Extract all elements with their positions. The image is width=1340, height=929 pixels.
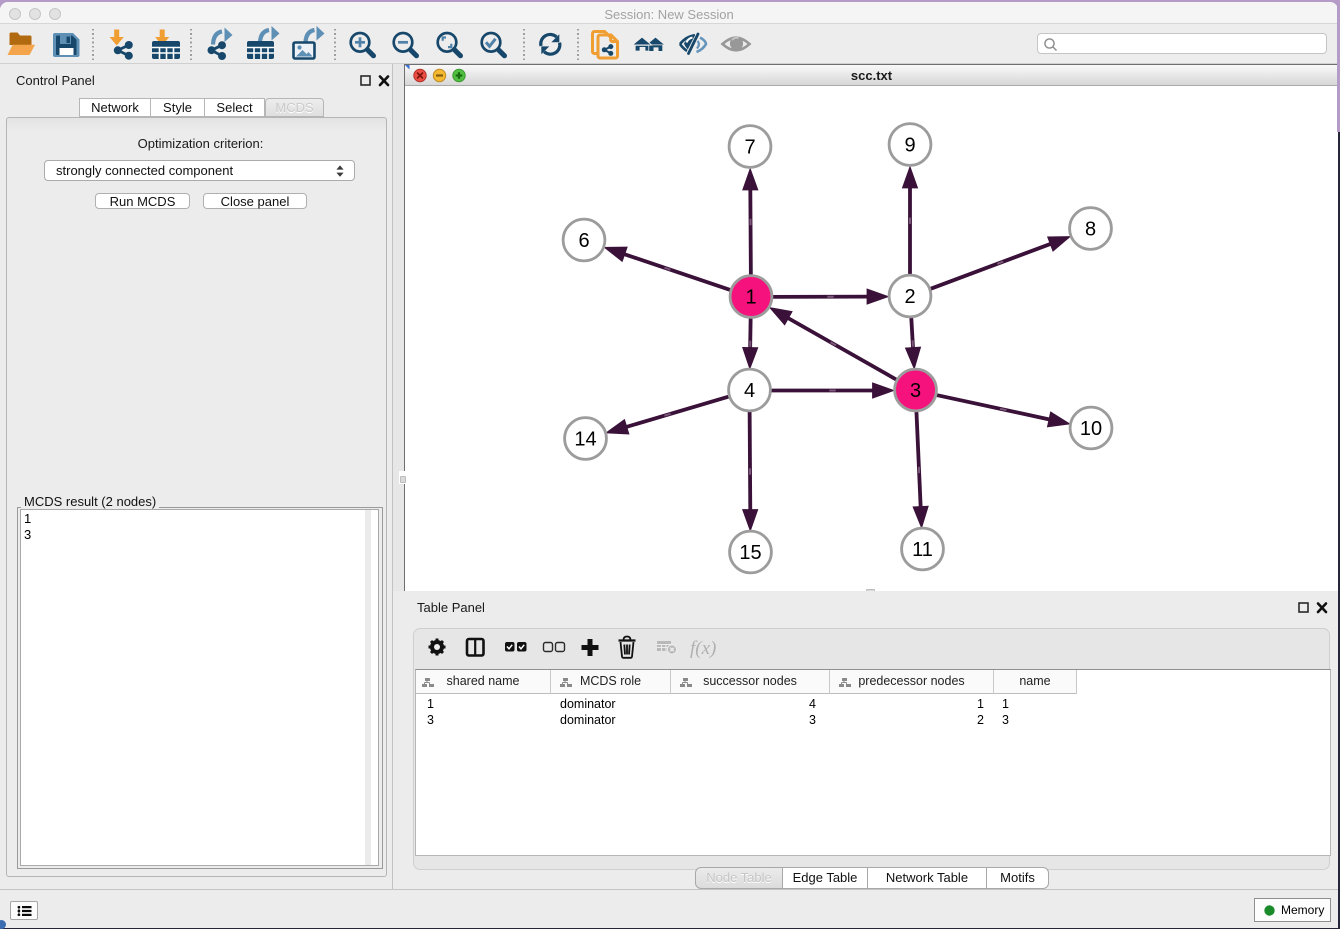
svg-text:11: 11 (912, 539, 933, 561)
svg-text:3: 3 (910, 380, 921, 402)
svg-text:8: 8 (1085, 218, 1096, 240)
svg-text:9: 9 (904, 134, 915, 156)
svg-text:14: 14 (574, 428, 596, 450)
svg-text:10: 10 (1080, 418, 1102, 440)
svg-text:4: 4 (744, 380, 755, 402)
svg-text:1: 1 (745, 286, 756, 308)
svg-text:2: 2 (904, 286, 915, 308)
svg-text:15: 15 (739, 542, 761, 564)
svg-text:6: 6 (578, 230, 589, 252)
svg-text:7: 7 (744, 136, 755, 158)
svg-text:f(x): f(x) (690, 638, 716, 659)
